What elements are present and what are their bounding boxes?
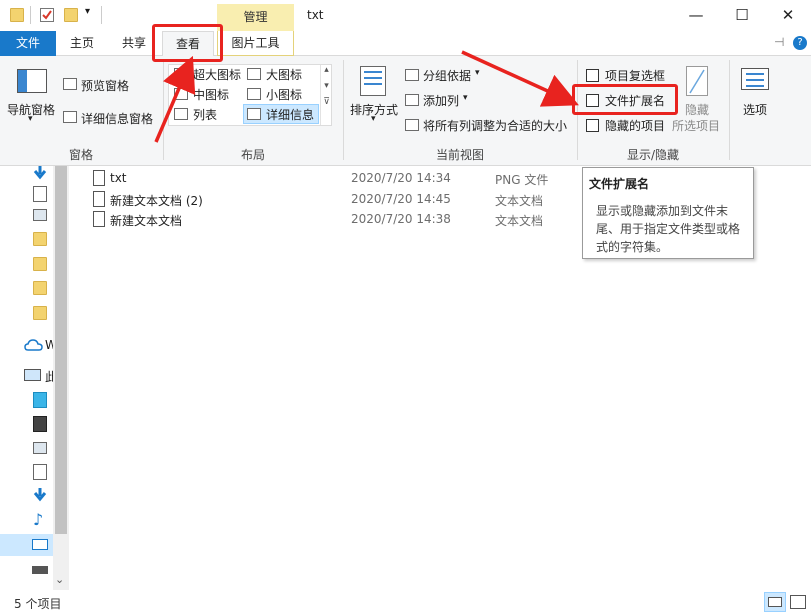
annotation-arrows (154, 50, 579, 143)
arrow-to-view-tab (154, 55, 196, 143)
arrow-to-file-extensions (461, 50, 579, 107)
